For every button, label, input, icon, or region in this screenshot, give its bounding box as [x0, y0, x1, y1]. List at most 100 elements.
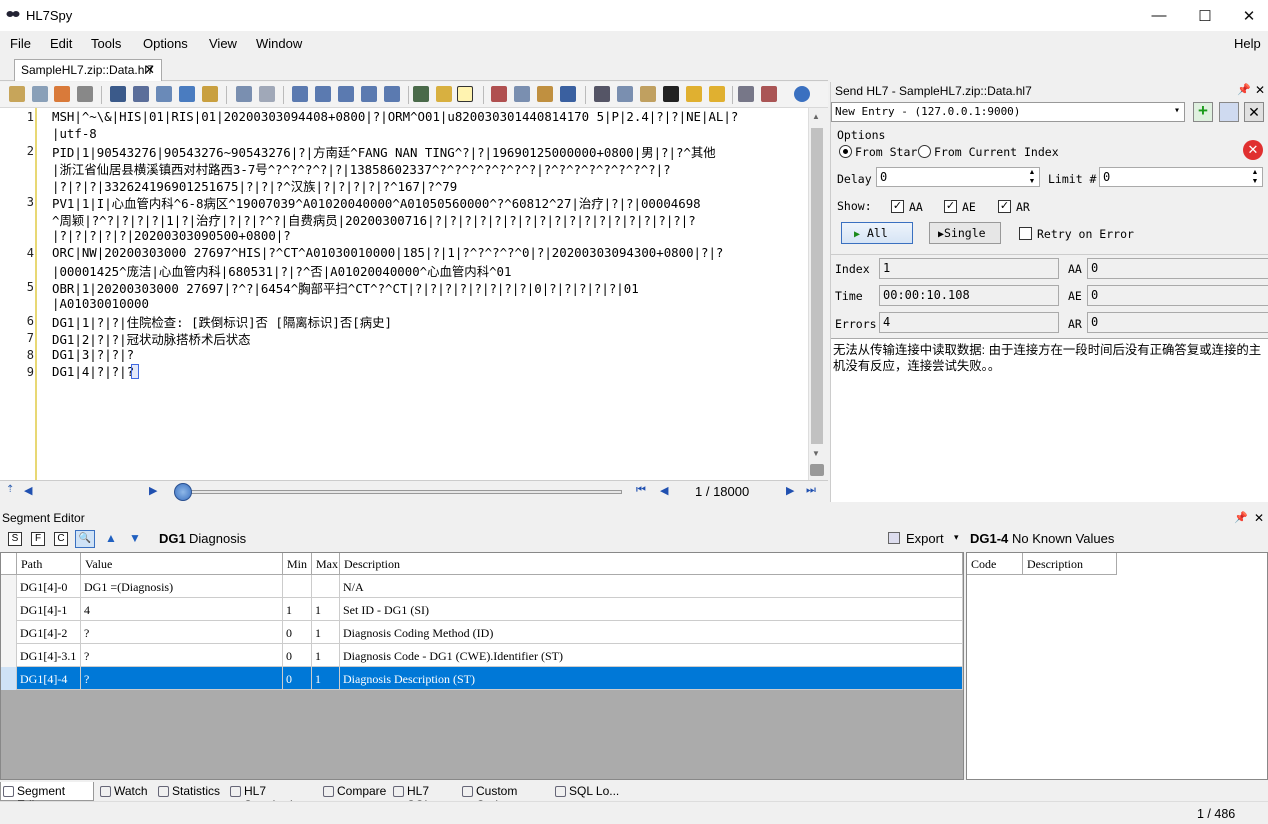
tab-watch[interactable]: Watch: [98, 782, 150, 801]
editor-line[interactable]: PV1|1|I|心血管内科^6-8病区^19007039^A0102004000…: [52, 194, 701, 212]
insert-before-icon[interactable]: [686, 86, 702, 102]
copy-message-icon[interactable]: [259, 86, 275, 102]
cell-min[interactable]: 0: [283, 667, 312, 690]
tab-custom-code[interactable]: Custom Code: [460, 782, 548, 812]
print-icon[interactable]: [77, 86, 93, 102]
menu-window[interactable]: Window: [256, 36, 302, 51]
segment-view-icon[interactable]: S: [8, 532, 22, 546]
last-message-icon[interactable]: ⏭: [806, 484, 816, 497]
cell-value[interactable]: 4: [81, 598, 283, 621]
message-slider-thumb[interactable]: [174, 483, 192, 501]
cell-path[interactable]: DG1[4]-1: [17, 598, 81, 621]
column-header-max[interactable]: Max: [312, 553, 340, 575]
cell-max[interactable]: 1: [312, 598, 340, 621]
table-row[interactable]: DG1[4]-4? 0 1 Diagnosis Description (ST): [1, 667, 963, 690]
prev-message-icon[interactable]: ◀: [660, 484, 668, 497]
column-header-description[interactable]: Description: [340, 553, 963, 575]
move-up-arrow-icon[interactable]: ▲: [105, 531, 117, 545]
folder-icon[interactable]: [537, 86, 553, 102]
scroll-up-icon[interactable]: ▲: [812, 112, 822, 122]
export-icon[interactable]: [54, 86, 70, 102]
scroll-left-icon[interactable]: ◀: [24, 484, 32, 497]
cell-path[interactable]: DG1[4]-0: [17, 575, 81, 598]
cell-max[interactable]: 1: [312, 667, 340, 690]
menu-view[interactable]: View: [209, 36, 237, 51]
row-header[interactable]: [1, 667, 17, 690]
segment-close-icon[interactable]: ✕: [1254, 511, 1264, 525]
tab-hl7-sql[interactable]: HL7 SQL: [391, 782, 455, 812]
export-chevron-icon[interactable]: ▾: [954, 532, 959, 543]
select-tool-icon[interactable]: [457, 86, 473, 102]
close-window-button[interactable]: ✕: [1226, 0, 1268, 31]
editor-vertical-scrollbar[interactable]: ▲ ▼: [808, 108, 826, 480]
grid-4-icon[interactable]: [361, 86, 377, 102]
insert-after-icon[interactable]: [709, 86, 725, 102]
row-header[interactable]: [1, 644, 17, 667]
cell-desc[interactable]: Diagnosis Code - DG1 (CWE).Identifier (S…: [340, 644, 963, 667]
entry-select[interactable]: New Entry - (127.0.0.1:9000) ▾: [831, 102, 1185, 122]
stop-icon[interactable]: ✕: [1243, 140, 1263, 160]
scroll-right-icon[interactable]: ▶: [149, 484, 157, 497]
editor-line[interactable]: MSH|^~\&|HIS|01|RIS|01|20200303094408+08…: [52, 109, 738, 124]
edit-entry-button[interactable]: [1219, 102, 1239, 122]
editor-line[interactable]: |?|?|?|332624196901251675|?|?|?^汉族|?|?|?…: [52, 177, 457, 195]
tab-compare[interactable]: Compare: [321, 782, 387, 801]
delay-input[interactable]: 0: [876, 167, 1040, 187]
editor-line[interactable]: |A01030010000: [52, 296, 149, 311]
row-header[interactable]: [1, 575, 17, 598]
show-aa-checkbox[interactable]: ✓: [891, 200, 904, 213]
cell-value[interactable]: ?: [81, 644, 283, 667]
cell-desc[interactable]: N/A: [340, 575, 963, 598]
cell-desc[interactable]: Set ID - DG1 (SI): [340, 598, 963, 621]
cell-min[interactable]: 0: [283, 644, 312, 667]
table-row[interactable]: DG1[4]-1 4 1 1 Set ID - DG1 (SI): [1, 598, 963, 621]
message-editor[interactable]: 1 2 3 4 5 6 7 8 9 MSH|^~\&|HIS|01|RIS|01|2020030…: [0, 108, 808, 480]
pin-icon[interactable]: 📌: [1237, 83, 1251, 96]
print-preview-icon[interactable]: [810, 464, 824, 476]
tab-hl7-standard[interactable]: HL7 Standard: [228, 782, 316, 812]
move-down-arrow-icon[interactable]: ▼: [129, 531, 141, 545]
limit-input[interactable]: 0: [1099, 167, 1263, 187]
message-slider-track[interactable]: [176, 490, 622, 494]
delete-icon[interactable]: [663, 86, 679, 102]
menu-edit[interactable]: Edit: [50, 36, 72, 51]
cut-icon[interactable]: [594, 86, 610, 102]
cell-min[interactable]: [283, 575, 312, 598]
wrap-icon[interactable]: [514, 86, 530, 102]
cell-path[interactable]: DG1[4]-3.1: [17, 644, 81, 667]
menu-options[interactable]: Options: [143, 36, 188, 51]
cell-path[interactable]: DG1[4]-2: [17, 621, 81, 644]
menu-file[interactable]: File: [10, 36, 31, 51]
find-icon[interactable]: [110, 86, 126, 102]
from-start-radio[interactable]: [839, 145, 852, 158]
cell-desc[interactable]: Diagnosis Description (ST): [340, 667, 963, 690]
editor-line[interactable]: DG1|2|?|?|冠状动脉搭桥术后状态: [52, 330, 251, 348]
grid-3-icon[interactable]: [338, 86, 354, 102]
edit-icon[interactable]: [236, 86, 252, 102]
cell-value[interactable]: ?: [81, 621, 283, 644]
table-row[interactable]: DG1[4]-2? 0 1 Diagnosis Coding Method (ID): [1, 621, 963, 644]
tab-statistics[interactable]: Statistics: [156, 782, 224, 801]
delete-entry-button[interactable]: ✕: [1244, 102, 1264, 122]
table-row[interactable]: DG1[4]-0 DG1 =(Diagnosis) N/A: [1, 575, 963, 598]
cell-max[interactable]: 1: [312, 644, 340, 667]
cell-path[interactable]: DG1[4]-4: [17, 667, 81, 690]
column-header-code[interactable]: Code: [967, 553, 1023, 575]
row-header[interactable]: [1, 598, 17, 621]
first-message-icon[interactable]: ⏮: [636, 484, 646, 497]
menu-tools[interactable]: Tools: [91, 36, 121, 51]
editor-line[interactable]: PID|1|90543276|90543276~90543276|?|方南廷^F…: [52, 143, 716, 161]
editor-line[interactable]: |浙江省仙居县横溪镇西对村路西3-7号^?^?^?^?|?|1385860233…: [52, 160, 671, 178]
menu-help[interactable]: Help: [1234, 36, 1261, 51]
cell-value[interactable]: ?: [81, 667, 283, 690]
paste-icon[interactable]: [640, 86, 656, 102]
editor-line[interactable]: DG1|3|?|?|?: [52, 347, 134, 362]
scroll-down-icon[interactable]: ▼: [812, 449, 822, 459]
editor-line[interactable]: ORC|NW|20200303000 27697^HIS|?^CT^A01030…: [52, 245, 723, 260]
minimize-button[interactable]: —: [1136, 0, 1182, 31]
grid-1-icon[interactable]: [292, 86, 308, 102]
segment-pin-icon[interactable]: 📌: [1234, 511, 1248, 524]
maximize-button[interactable]: ☐: [1182, 0, 1228, 31]
expand-icon[interactable]: ⇡: [6, 484, 14, 495]
tab-sql-log[interactable]: SQL Lo...: [553, 782, 625, 801]
